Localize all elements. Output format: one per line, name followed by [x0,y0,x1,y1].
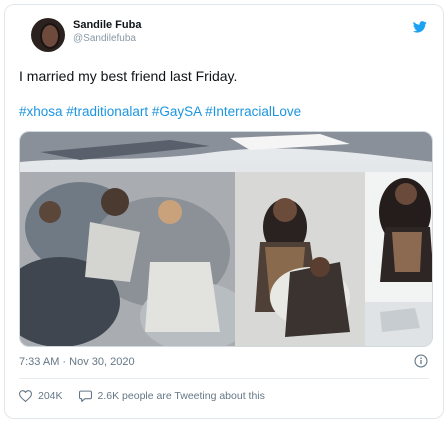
avatar[interactable] [31,18,65,52]
author-handle[interactable]: @Sandilefuba [73,33,136,44]
like-count: 204K [38,390,63,402]
avatar-portrait [40,23,60,49]
like-button[interactable]: 204K [19,390,79,402]
hashtags[interactable]: #xhosa #traditionalart #GaySA #Interraci… [19,104,301,119]
heart-icon [19,390,32,402]
divider [19,378,429,379]
wedding-photo [20,132,432,346]
tweet-text: I married my best friend last Friday. [19,68,238,84]
tweet-card[interactable]: Sandile Fuba @Sandilefuba I married my b… [4,4,444,419]
author-name[interactable]: Sandile Fuba [73,19,141,31]
info-icon[interactable] [414,354,428,368]
twitter-bird-icon[interactable] [413,21,427,33]
comment-icon [78,390,92,402]
conversation-link[interactable]: 2.6K people are Tweeting about this [78,390,265,402]
tweet-timestamp[interactable]: 7:33 AM · Nov 30, 2020 [19,356,135,368]
tweet-actions: 204K 2.6K people are Tweeting about this [19,390,265,402]
tweet-photo[interactable] [19,131,433,347]
conversation-text: 2.6K people are Tweeting about this [97,390,265,402]
